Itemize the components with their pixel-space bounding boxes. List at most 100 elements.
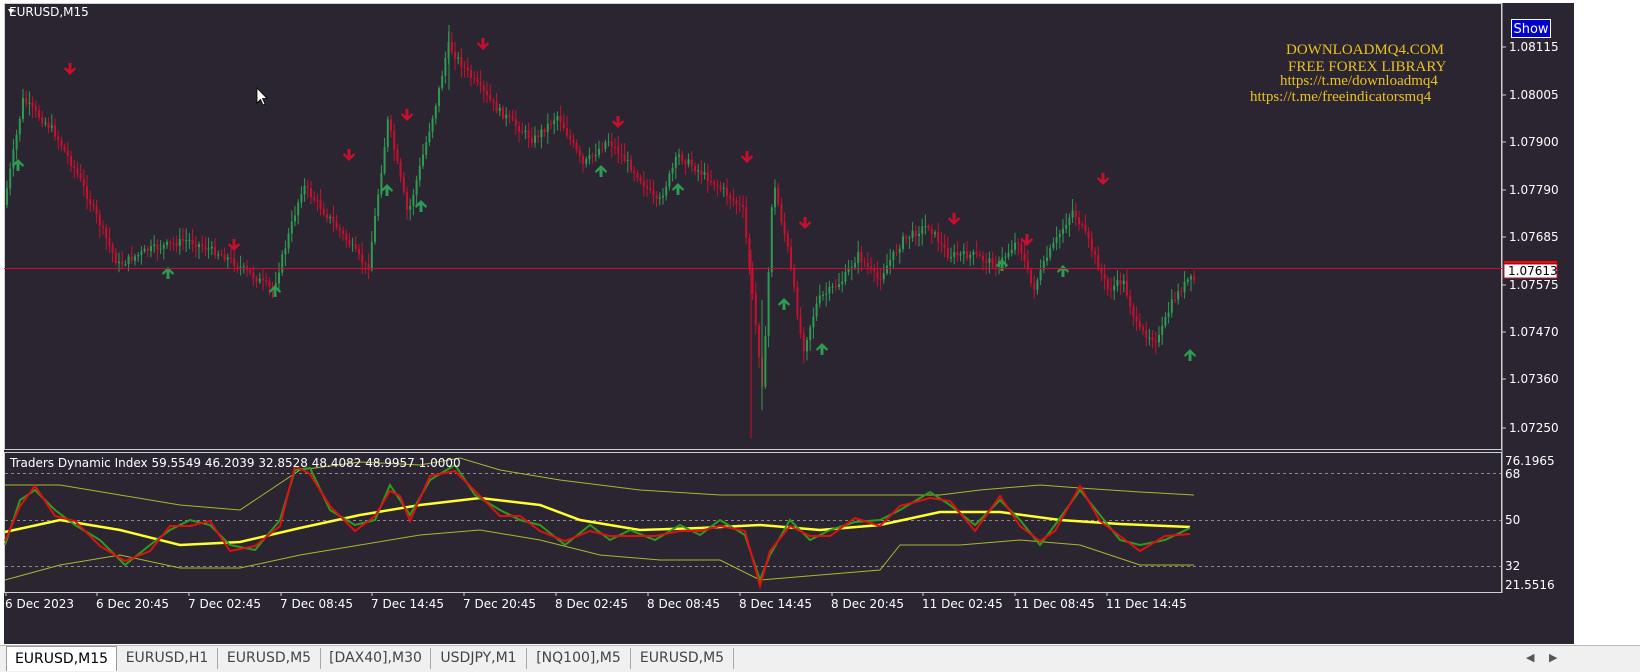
tab-eurusd-m5-2[interactable]: EURUSD,M5 [631,648,734,669]
candle-body [111,245,114,253]
candle-body [796,287,799,317]
candle-body [498,107,501,112]
candle-body [518,125,520,132]
candle-body [137,254,140,257]
candle-body [540,129,543,138]
candle-body [687,159,690,165]
candle-body [1033,283,1036,290]
sell-arrow-icon [477,38,489,50]
candle-body [466,67,469,71]
candle-body [786,234,789,247]
tab-eurusd-m15[interactable]: EURUSD,M15 [6,646,117,671]
candle-body [127,256,130,264]
tab-usdjpy-m1[interactable]: USDJPY,M1 [431,648,527,669]
candle-body [969,254,972,259]
candle-body [802,333,805,352]
candle-body [1142,327,1144,331]
candle-body [630,159,632,171]
candle-body [207,248,210,250]
candle-body [63,146,66,151]
candle-body [953,252,956,257]
candle-body [1074,210,1077,218]
candle-body [18,118,21,135]
candle-body [242,266,245,268]
time-axis-label: 7 Dec 08:45 [280,597,353,611]
sell-arrow-icon [1021,234,1033,246]
candle-body [258,278,261,282]
candle-body [1036,280,1039,290]
candle-body [831,286,834,288]
candle-body [620,153,623,155]
indicator-axis-label: 68 [1505,467,1520,481]
candle-body [300,194,303,203]
candle-body [886,265,888,274]
time-axis-label: 6 Dec 20:45 [96,597,169,611]
candle-body [770,207,773,273]
tab-eurusd-h1[interactable]: EURUSD,H1 [117,648,218,669]
candle-body [95,205,98,215]
candle-body [882,273,885,280]
candle-body [898,248,901,253]
candle-body [524,130,527,133]
candle-body [25,97,28,104]
candle-body [281,254,284,273]
candle-body [530,138,533,143]
time-axis-label: 7 Dec 14:45 [371,597,444,611]
candle-body [150,246,152,252]
candle-body [364,263,367,265]
candle-body [495,101,498,112]
candle-body [959,253,962,256]
candle-body [191,239,194,245]
candle-body [44,122,47,124]
watermark-line-4[interactable]: https://t.me/freeindicatorsmq4 [1250,89,1431,106]
candle-body [34,106,37,111]
candle-body [732,198,735,201]
tab-dax40-m30[interactable]: [DAX40],M30 [321,648,431,669]
candle-body [1145,330,1148,338]
watermark-line-3[interactable]: https://t.me/downloadmq4 [1280,73,1438,90]
candle-body [598,149,600,155]
candle-body [1116,279,1119,286]
arrow-left-icon[interactable]: ◀ [1526,651,1534,664]
candle-body [473,77,476,79]
show-button[interactable]: Show [1511,19,1551,38]
candle-body [857,252,860,264]
candle-body [255,278,258,282]
price-axis-label: 1.07250 [1509,421,1559,435]
sell-arrow-icon [799,217,811,229]
candle-body [546,123,549,132]
candle-body [1030,269,1032,284]
candle-body [774,187,776,208]
candle-body [809,327,812,340]
candle-body [956,252,959,256]
candle-body [575,142,578,151]
candle-body [450,41,453,52]
candle-body [412,194,415,206]
candle-body [1135,316,1138,322]
chart-symbol-label: EURUSD,M15 [9,5,89,19]
tdi-lower-band [4,529,1194,581]
tab-nq100-m5[interactable]: [NQ100],M5 [527,648,631,669]
candle-body [988,258,991,263]
candle-body [825,293,828,295]
candle-body [537,135,540,138]
indicator-axis-label: 32 [1505,559,1520,573]
candle-body [703,172,706,175]
candle-body [306,185,309,188]
candle-body [658,197,661,199]
candle-body [1068,217,1071,225]
candle-body [665,186,668,196]
candle-body [441,75,444,89]
candle-body [294,215,296,222]
candle-body [559,116,562,123]
candle-body [975,252,978,255]
candle-body [284,248,287,255]
candle-body [454,51,456,59]
tab-eurusd-m5[interactable]: EURUSD,M5 [218,648,321,669]
buy-arrow-icon [595,165,607,177]
candle-body [854,263,856,268]
sell-arrow-icon [948,213,960,225]
buy-arrow-icon [381,184,393,196]
candle-body [722,187,725,189]
arrow-right-icon[interactable]: ▶ [1549,651,1557,664]
